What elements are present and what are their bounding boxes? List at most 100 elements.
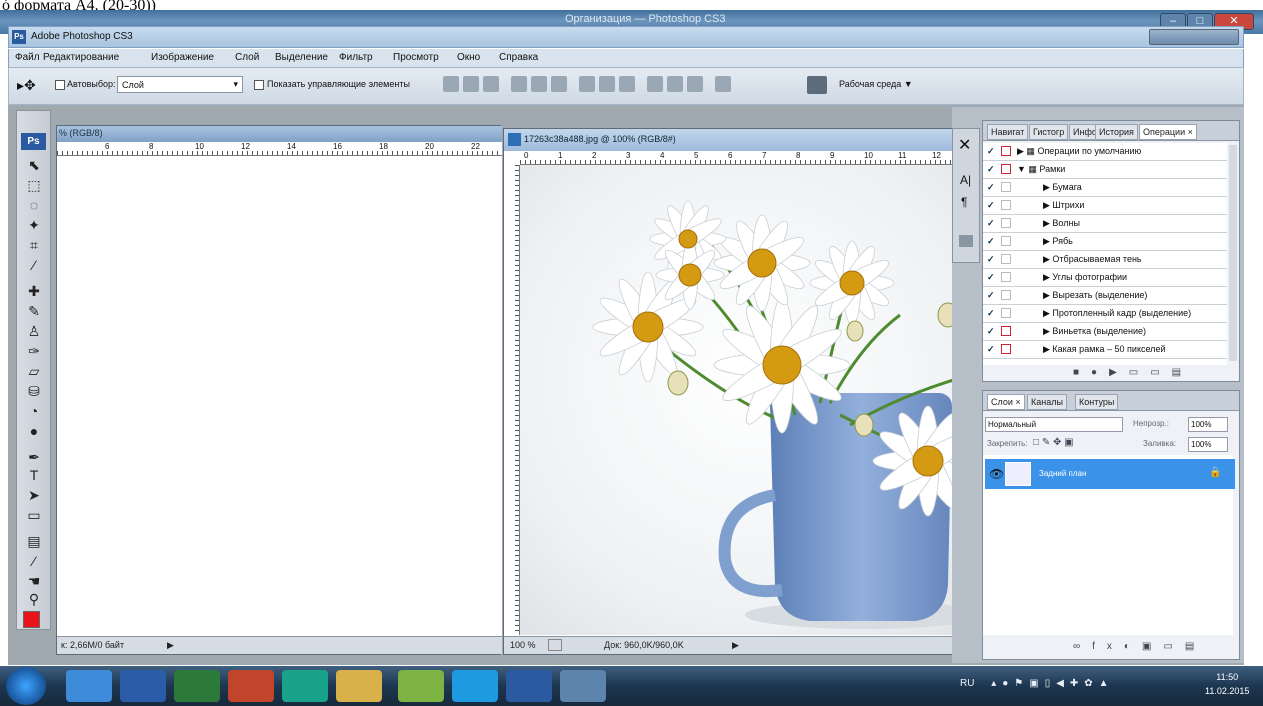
check-icon[interactable]: ✓: [987, 269, 999, 286]
distribute-left-icon[interactable]: [647, 76, 663, 92]
marquee-tool-icon[interactable]: ⬚: [22, 175, 46, 195]
word-taskbar-icon[interactable]: [120, 670, 166, 702]
autoselect-checkbox[interactable]: [55, 80, 65, 90]
actions-scrollbar[interactable]: [1229, 145, 1237, 361]
workspace-menu[interactable]: Рабочая среда ▼: [839, 79, 913, 89]
dialog-toggle[interactable]: [1001, 236, 1011, 246]
start-button[interactable]: [6, 667, 46, 705]
move-tool-icon[interactable]: ▸✥: [17, 77, 36, 94]
distribute-top-icon[interactable]: [579, 76, 595, 92]
type-tool-icon[interactable]: T: [22, 465, 46, 485]
blend-mode-dropdown[interactable]: Нормальный: [985, 417, 1123, 432]
eyedropper-tool-icon[interactable]: ⁄: [22, 551, 46, 571]
layers-panel-buttons[interactable]: ∞fx◐▣▭▤: [1073, 641, 1206, 652]
clone-stamp-tool-icon[interactable]: ♙: [22, 321, 46, 341]
character-panel-icon[interactable]: A|: [960, 173, 971, 187]
align-left-icon[interactable]: [511, 76, 527, 92]
hand-tool-icon[interactable]: ☚: [22, 571, 46, 591]
action-row[interactable]: ✓ ▶ Волны: [983, 215, 1227, 233]
menu-filter[interactable]: Фильтр: [339, 52, 373, 63]
app-taskbar-icon[interactable]: [398, 670, 444, 702]
blur-tool-icon[interactable]: ◔: [22, 401, 46, 421]
opacity-field[interactable]: 100%: [1188, 417, 1228, 432]
dialog-toggle[interactable]: [1001, 272, 1011, 282]
foreground-color-swatch[interactable]: [23, 611, 40, 628]
check-icon[interactable]: ✓: [987, 161, 999, 178]
canvas-blank[interactable]: [57, 156, 502, 636]
action-row[interactable]: ✓ ▶ Протопленный кадр (выделение): [983, 305, 1227, 323]
check-icon[interactable]: ✓: [987, 251, 999, 268]
brush-tool-icon[interactable]: ✎: [22, 301, 46, 321]
action-row[interactable]: ✓ ▶ Рябь: [983, 233, 1227, 251]
check-icon[interactable]: ✓: [987, 323, 999, 340]
move-tool-icon[interactable]: ⬉: [22, 155, 46, 175]
layer-comps-icon[interactable]: [959, 235, 973, 247]
check-icon[interactable]: ✓: [987, 233, 999, 250]
lock-icons[interactable]: □ ✎ ✥ ▣: [1033, 437, 1074, 448]
app-window-controls[interactable]: [1149, 29, 1239, 45]
menu-image[interactable]: Изображение: [151, 52, 214, 63]
slice-tool-icon[interactable]: ⁄: [22, 255, 46, 275]
clock[interactable]: 11:50 11.02.2015: [1205, 670, 1249, 698]
dodge-tool-icon[interactable]: ●: [22, 421, 46, 441]
align-bottom-icon[interactable]: [483, 76, 499, 92]
menu-window[interactable]: Окно: [457, 52, 480, 63]
action-row[interactable]: ✓ ▶ Бумага: [983, 179, 1227, 197]
align-hcenter-icon[interactable]: [531, 76, 547, 92]
check-icon[interactable]: ✓: [987, 341, 999, 358]
distribute-hcenter-icon[interactable]: [667, 76, 683, 92]
crop-tool-icon[interactable]: ⌗: [22, 235, 46, 255]
menu-layer[interactable]: Слой: [235, 52, 259, 63]
tab-actions[interactable]: Операции ×: [1139, 124, 1197, 140]
magic-wand-tool-icon[interactable]: ✦: [22, 215, 46, 235]
check-icon[interactable]: ✓: [987, 179, 999, 196]
tab-paths[interactable]: Контуры: [1075, 394, 1119, 410]
document-window-photo[interactable]: 17263c38a488.jpg @ 100% (RGB/8#) 0 1 2 3…: [503, 128, 985, 655]
check-icon[interactable]: ✓: [987, 143, 999, 160]
skype-taskbar-icon[interactable]: [452, 670, 498, 702]
action-row[interactable]: ✓ ▶ ▦ Операции по умолчанию: [983, 143, 1227, 161]
powerpoint-taskbar-icon[interactable]: [228, 670, 274, 702]
align-vcenter-icon[interactable]: [463, 76, 479, 92]
fill-field[interactable]: 100%: [1188, 437, 1228, 452]
autoselect-dropdown[interactable]: Слой ▾: [117, 76, 243, 93]
actions-panel-buttons[interactable]: ■●▶▭▭▤: [1073, 367, 1193, 378]
tab-layers[interactable]: Слои ×: [987, 394, 1025, 410]
excel-taskbar-icon[interactable]: [174, 670, 220, 702]
check-icon[interactable]: ✓: [987, 305, 999, 322]
rectangle-tool-icon[interactable]: ▭: [22, 505, 46, 525]
action-row[interactable]: ✓ ▶ Отбрасываемая тень: [983, 251, 1227, 269]
action-row[interactable]: ✓ ▶ Виньетка (выделение): [983, 323, 1227, 341]
pen-tool-icon[interactable]: ✒: [22, 447, 46, 467]
language-indicator[interactable]: RU: [960, 678, 974, 689]
paragraph-panel-icon[interactable]: ¶: [961, 195, 967, 209]
media-player-taskbar-icon[interactable]: [66, 670, 112, 702]
align-right-icon[interactable]: [551, 76, 567, 92]
check-icon[interactable]: ✓: [987, 197, 999, 214]
healing-brush-tool-icon[interactable]: ✚: [22, 281, 46, 301]
daisy-photo-canvas[interactable]: [520, 165, 985, 635]
menu-view[interactable]: Просмотр: [393, 52, 439, 63]
document-tab[interactable]: % (RGB/8): [57, 126, 502, 142]
dialog-toggle[interactable]: [1001, 200, 1011, 210]
explorer-taskbar-icon[interactable]: [336, 670, 382, 702]
distribute-vcenter-icon[interactable]: [599, 76, 615, 92]
document-tab[interactable]: 17263c38a488.jpg @ 100% (RGB/8#): [504, 129, 976, 151]
distribute-bottom-icon[interactable]: [619, 76, 635, 92]
menu-edit[interactable]: Редактирование: [43, 52, 119, 63]
zoom-preview-icon[interactable]: [548, 639, 562, 651]
menu-help[interactable]: Справка: [499, 52, 538, 63]
lasso-tool-icon[interactable]: ◌: [22, 195, 46, 215]
check-icon[interactable]: ✓: [987, 287, 999, 304]
action-row[interactable]: ✓ ▼ ▦ Рамки: [983, 161, 1227, 179]
dialog-toggle[interactable]: [1001, 344, 1011, 354]
path-selection-tool-icon[interactable]: ➤: [22, 485, 46, 505]
horizontal-ruler[interactable]: 6 8 10 12 14 16 18 20 22: [57, 142, 502, 156]
zoom-level[interactable]: 100 %: [510, 640, 536, 650]
tray-icons[interactable]: ▴●⚑▣▯◀✚✿▲: [991, 678, 1114, 689]
dialog-toggle[interactable]: [1001, 326, 1011, 336]
dialog-toggle[interactable]: [1001, 146, 1011, 156]
layer-row-selected[interactable]: 👁 Задний план 🔒: [985, 459, 1235, 489]
paint-bucket-tool-icon[interactable]: ⛁: [22, 381, 46, 401]
auto-align-icon[interactable]: [715, 76, 731, 92]
